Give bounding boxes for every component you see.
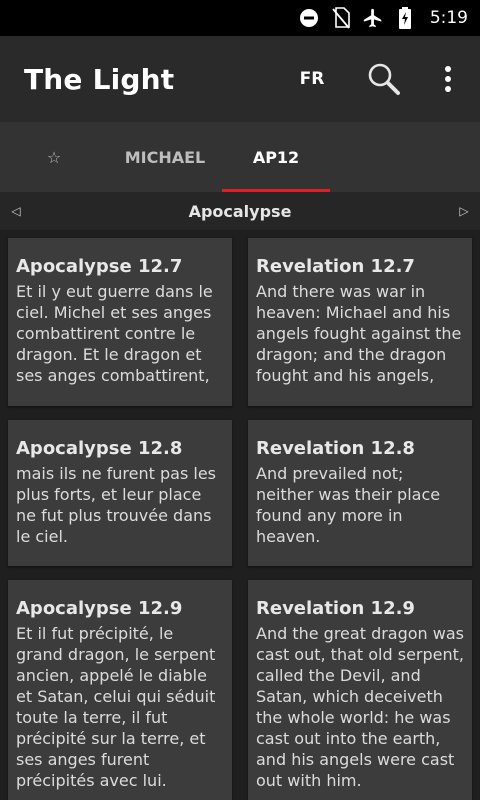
search-icon[interactable] — [352, 47, 416, 111]
tab-ap12[interactable]: AP12 — [222, 122, 330, 192]
verse-card-english[interactable]: Revelation 12.9 And the great dragon was… — [248, 580, 472, 800]
verse-row: Apocalypse 12.7 Et il y eut guerre dans … — [8, 238, 472, 406]
do-not-disturb-icon — [298, 7, 320, 29]
language-button[interactable]: FR — [282, 69, 342, 89]
verse-text: Et il y eut guerre dans le ciel. Michel … — [16, 282, 213, 385]
tab-favorites[interactable]: ☆ — [14, 122, 94, 192]
verse-card-french[interactable]: Apocalypse 12.7 Et il y eut guerre dans … — [8, 238, 232, 406]
previous-chapter-icon[interactable]: ◁ — [8, 204, 24, 218]
verse-text: mais ils ne furent pas les plus forts, e… — [16, 464, 216, 546]
verse-text: And prevailed not; neither was their pla… — [256, 464, 441, 546]
verse-card-english[interactable]: Revelation 12.7 And there was war in hea… — [248, 238, 472, 406]
tab-bar: ☆ MICHAEL AP12 — [0, 122, 480, 192]
verse-reference: Revelation 12.8 — [256, 438, 415, 459]
verse-card-french[interactable]: Apocalypse 12.9 Et il fut précipité, le … — [8, 580, 232, 800]
next-chapter-icon[interactable]: ▷ — [456, 204, 472, 218]
airplane-mode-icon — [362, 7, 384, 29]
verse-reference: Revelation 12.9 — [256, 598, 415, 619]
verse-card-english[interactable]: Revelation 12.8 And prevailed not; neith… — [248, 420, 472, 566]
verse-row: Apocalypse 12.8 mais ils ne furent pas l… — [8, 420, 472, 566]
status-time: 5:19 — [429, 8, 468, 28]
verse-list[interactable]: Apocalypse 12.7 Et il y eut guerre dans … — [0, 230, 480, 800]
verse-text: Et il fut précipité, le grand dragon, le… — [16, 624, 216, 790]
verse-text: And the great dragon was cast out, that … — [256, 624, 464, 790]
app-title: The Light — [24, 62, 175, 96]
tab-michael[interactable]: MICHAEL — [110, 122, 220, 192]
verse-reference: Revelation 12.7 — [256, 256, 415, 277]
overflow-menu-icon[interactable] — [416, 47, 480, 111]
status-bar: 5:19 — [0, 0, 480, 36]
book-navigation: ◁ Apocalypse ▷ — [0, 192, 480, 230]
verse-reference: Apocalypse 12.7 — [16, 256, 183, 277]
verse-card-french[interactable]: Apocalypse 12.8 mais ils ne furent pas l… — [8, 420, 232, 566]
verse-row: Apocalypse 12.9 Et il fut précipité, le … — [8, 580, 472, 800]
verse-reference: Apocalypse 12.9 — [16, 598, 183, 619]
app-bar: The Light FR — [0, 36, 480, 122]
verse-reference: Apocalypse 12.8 — [16, 438, 183, 459]
book-title: Apocalypse — [188, 201, 292, 221]
battery-charging-icon — [394, 7, 416, 29]
no-sim-icon — [330, 7, 352, 29]
verse-text: And there was war in heaven: Michael and… — [256, 282, 462, 385]
active-tab-indicator — [222, 189, 330, 192]
